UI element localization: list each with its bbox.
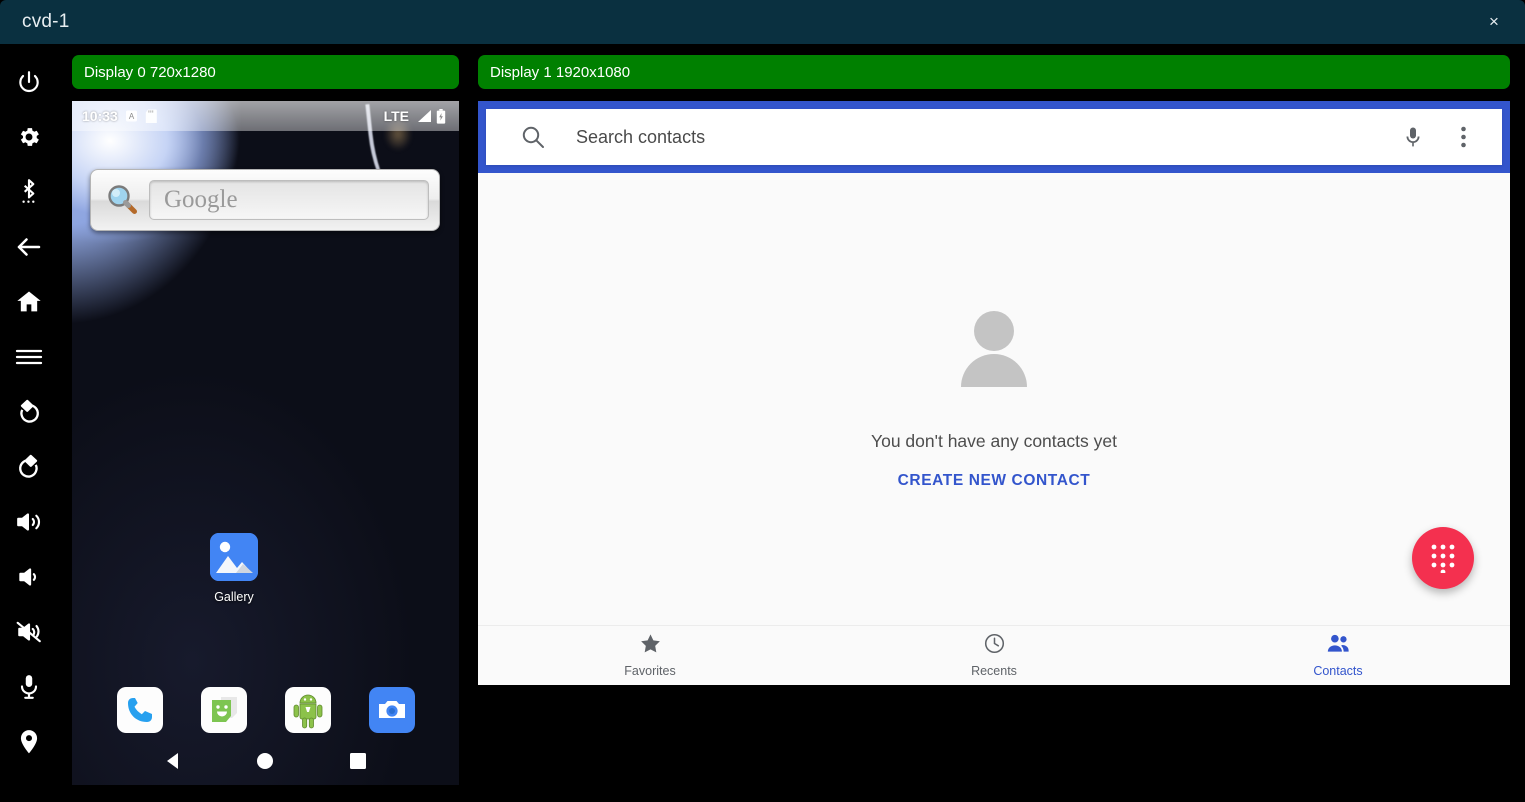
google-search-widget[interactable]: Google	[90, 169, 440, 231]
app-label-gallery: Gallery	[194, 590, 274, 604]
app-icon-gallery[interactable]: Gallery	[194, 533, 274, 604]
power-icon[interactable]	[0, 54, 58, 109]
status-clock: 10:33	[82, 108, 118, 124]
svg-text:A: A	[129, 112, 135, 121]
nav-back-icon[interactable]	[148, 737, 198, 785]
tab-favorites[interactable]: Favorites	[478, 626, 822, 685]
location-pin-icon[interactable]	[0, 714, 58, 769]
google-search-input[interactable]: Google	[149, 180, 429, 220]
rotate-left-icon[interactable]	[0, 384, 58, 439]
device-control-toolbar	[0, 44, 58, 802]
display-panel-1: Display 1 1920x1080 Search contacts	[478, 55, 1510, 685]
display-0-screen[interactable]: 10:33 A LTE	[72, 101, 459, 785]
tab-label-recents: Recents	[971, 664, 1017, 678]
app-icon-camera[interactable]	[369, 687, 415, 733]
nav-recents-icon[interactable]	[333, 737, 383, 785]
tab-label-contacts: Contacts	[1313, 664, 1362, 678]
home-icon[interactable]	[0, 274, 58, 329]
star-icon	[640, 633, 661, 659]
bluetooth-icon[interactable]	[0, 164, 58, 219]
create-new-contact-link[interactable]: CREATE NEW CONTACT	[898, 472, 1091, 490]
empty-state-title: You don't have any contacts yet	[871, 431, 1117, 452]
android-status-bar: 10:33 A LTE	[72, 101, 459, 131]
dialpad-icon	[1430, 543, 1456, 573]
voice-search-microphone-icon[interactable]	[1396, 120, 1430, 154]
contacts-search-bar[interactable]: Search contacts	[486, 109, 1502, 165]
menu-icon[interactable]	[0, 329, 58, 384]
search-focus-ring: Search contacts	[478, 101, 1510, 173]
contacts-empty-state: You don't have any contacts yet CREATE N…	[478, 173, 1510, 625]
display-1-header: Display 1 1920x1080	[478, 55, 1510, 89]
google-search-placeholder: Google	[164, 186, 238, 214]
sd-card-icon	[145, 109, 158, 124]
gallery-icon	[210, 533, 258, 581]
volume-mute-icon[interactable]	[0, 604, 58, 659]
volume-up-icon[interactable]	[0, 494, 58, 549]
search-icon	[101, 179, 143, 221]
person-placeholder-icon	[955, 309, 1033, 387]
app-icon-android[interactable]	[285, 687, 331, 733]
back-arrow-icon[interactable]	[0, 219, 58, 274]
window-title: cvd-1	[22, 11, 69, 33]
volume-down-icon[interactable]	[0, 549, 58, 604]
network-type-label: LTE	[384, 108, 409, 124]
clock-icon	[984, 633, 1005, 659]
display-panel-0: Display 0 720x1280 10:33 A LTE	[72, 55, 459, 785]
search-input[interactable]: Search contacts	[576, 127, 1396, 148]
tab-recents[interactable]: Recents	[822, 626, 1166, 685]
app-icon-messages[interactable]	[201, 687, 247, 733]
display-1-screen[interactable]: Search contacts	[478, 101, 1510, 685]
microphone-icon[interactable]	[0, 659, 58, 714]
gear-icon[interactable]	[0, 109, 58, 164]
display-0-header: Display 0 720x1280	[72, 55, 459, 89]
battery-icon	[436, 109, 449, 124]
tab-label-favorites: Favorites	[624, 664, 675, 678]
people-icon	[1327, 633, 1350, 659]
close-icon[interactable]: ×	[1463, 0, 1525, 44]
alarm-badge-icon: A	[125, 109, 138, 124]
rotate-right-icon[interactable]	[0, 439, 58, 494]
android-navigation-bar	[72, 737, 459, 785]
overflow-menu-icon[interactable]	[1446, 120, 1480, 154]
signal-bars-icon	[416, 109, 429, 124]
app-icon-phone[interactable]	[117, 687, 163, 733]
tab-contacts[interactable]: Contacts	[1166, 626, 1510, 685]
bottom-navigation: Favorites Recents Contacts	[478, 625, 1510, 685]
android-dock	[72, 687, 459, 733]
search-icon	[520, 124, 546, 150]
window-titlebar: cvd-1 ×	[0, 0, 1525, 44]
nav-home-icon[interactable]	[240, 737, 290, 785]
dialpad-fab[interactable]	[1412, 527, 1474, 589]
